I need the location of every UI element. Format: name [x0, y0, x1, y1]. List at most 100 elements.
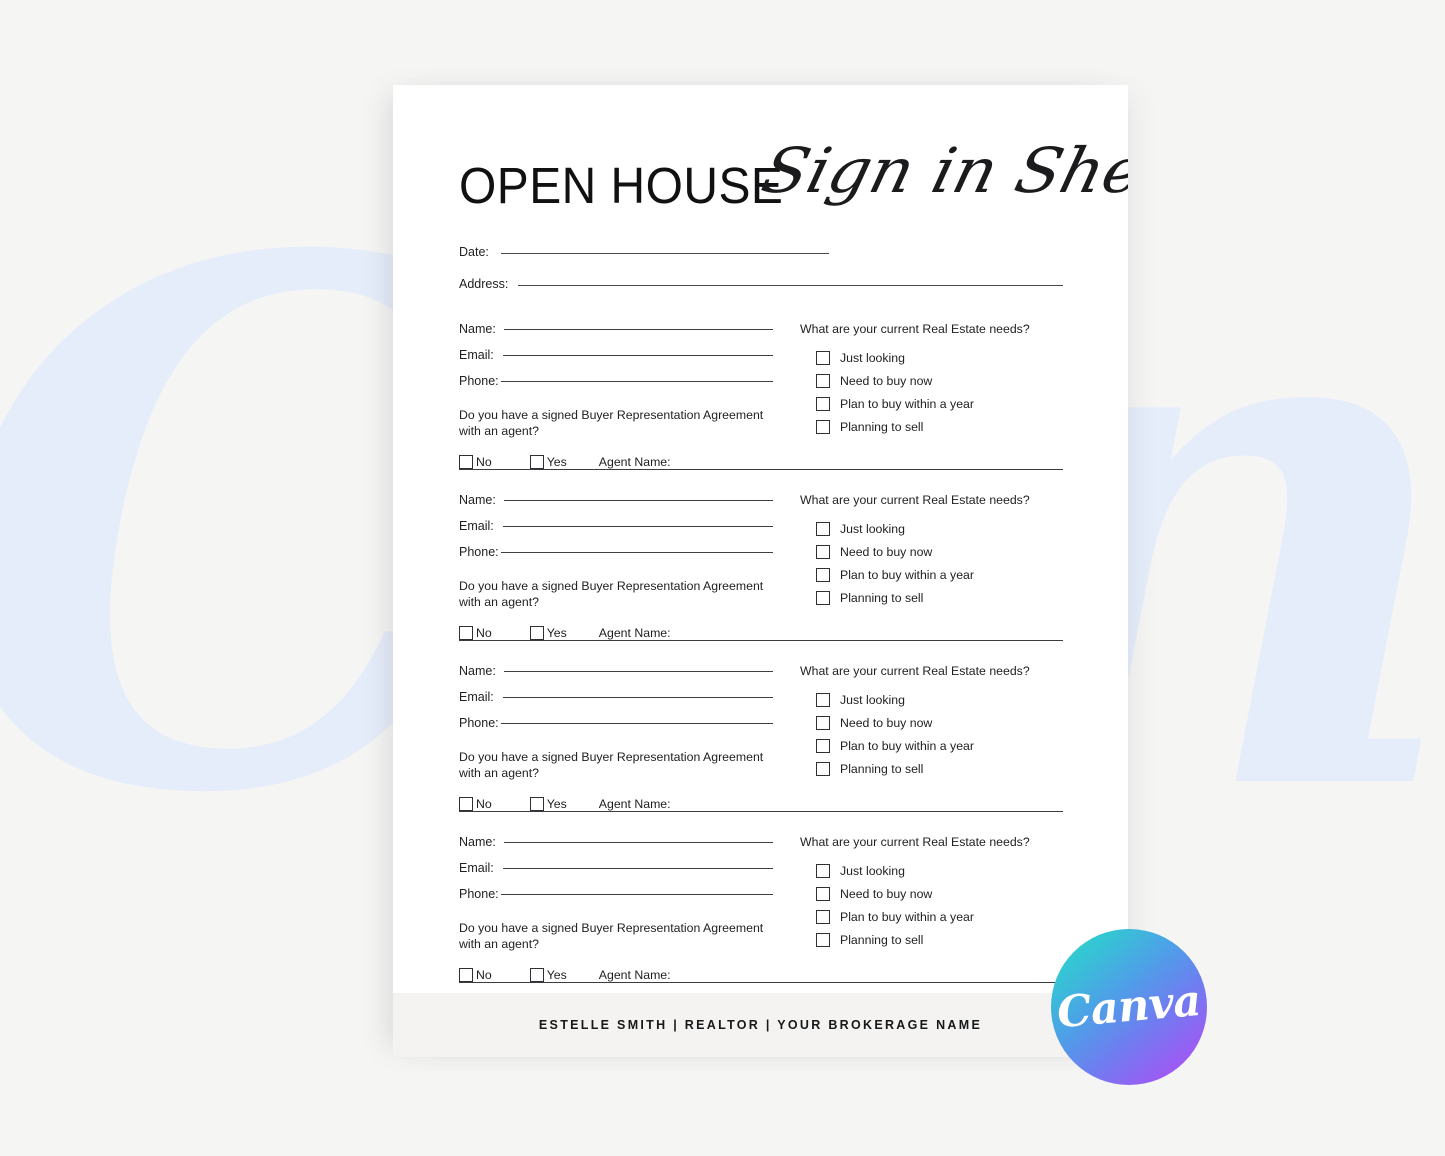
- checkbox-icon[interactable]: [459, 455, 473, 469]
- entry-needs-column: What are your current Real Estate needs?…: [800, 322, 1063, 438]
- need-option-3[interactable]: Plan to buy within a year: [816, 734, 1063, 757]
- checkbox-icon[interactable]: [816, 761, 830, 776]
- email-input-line[interactable]: [502, 355, 773, 356]
- checkbox-icon[interactable]: [816, 396, 830, 411]
- document-page: OPEN HOUSE Sign in Sheet Date: Address: …: [393, 85, 1128, 1057]
- checkbox-icon[interactable]: [459, 797, 473, 811]
- buyer-agreement-question: Do you have a signed Buyer Representatio…: [459, 921, 764, 951]
- email-input-line[interactable]: [502, 868, 773, 869]
- address-input-line[interactable]: [518, 285, 1063, 286]
- checkbox-icon[interactable]: [816, 373, 830, 388]
- need-option-2[interactable]: Need to buy now: [816, 711, 1063, 734]
- phone-input-line[interactable]: [500, 723, 773, 724]
- checkbox-icon[interactable]: [816, 863, 830, 878]
- need-option-4[interactable]: Planning to sell: [816, 415, 1063, 438]
- name-label: Name:: [459, 835, 496, 849]
- need-option-label: Just looking: [840, 863, 905, 878]
- checkbox-icon[interactable]: [529, 797, 544, 811]
- checkbox-icon[interactable]: [816, 738, 830, 753]
- checkbox-icon[interactable]: [529, 455, 544, 469]
- need-option-4[interactable]: Planning to sell: [816, 586, 1063, 609]
- checkbox-icon[interactable]: [816, 419, 830, 434]
- entry-needs-column: What are your current Real Estate needs?…: [800, 493, 1063, 609]
- name-field-row: Name:: [459, 835, 773, 861]
- real-estate-needs-list: Just looking Need to buy now Plan to buy w…: [816, 859, 1063, 951]
- need-option-2[interactable]: Need to buy now: [816, 540, 1063, 563]
- agreement-no-option[interactable]: No: [459, 968, 492, 982]
- page-title: OPEN HOUSE: [459, 157, 784, 214]
- agreement-yes-option[interactable]: Yes: [529, 455, 567, 469]
- checkbox-icon[interactable]: [529, 626, 544, 640]
- agreement-no-option[interactable]: No: [459, 626, 492, 640]
- checkbox-icon[interactable]: [816, 715, 830, 730]
- entry-needs-column: What are your current Real Estate needs?…: [800, 664, 1063, 780]
- need-option-4[interactable]: Planning to sell: [816, 757, 1063, 780]
- need-option-2[interactable]: Need to buy now: [816, 882, 1063, 905]
- email-input-line[interactable]: [502, 526, 773, 527]
- name-input-line[interactable]: [503, 671, 773, 672]
- need-option-label: Need to buy now: [840, 544, 933, 559]
- phone-field-row: Phone:: [459, 545, 773, 571]
- need-option-label: Just looking: [840, 692, 905, 707]
- buyer-agreement-question: Do you have a signed Buyer Representatio…: [459, 579, 764, 609]
- checkbox-icon[interactable]: [459, 626, 473, 640]
- checkbox-icon[interactable]: [816, 886, 830, 901]
- need-option-1[interactable]: Just looking: [816, 346, 1063, 369]
- entry-contact-column: Name: Email: Phone: Do you have a signed Bu…: [459, 664, 773, 781]
- need-option-2[interactable]: Need to buy now: [816, 369, 1063, 392]
- need-option-3[interactable]: Plan to buy within a year: [816, 392, 1063, 415]
- need-option-label: Planning to sell: [840, 932, 924, 947]
- email-input-line[interactable]: [502, 697, 773, 698]
- phone-label: Phone:: [459, 374, 499, 388]
- date-field-row: Date:: [459, 245, 829, 259]
- name-input-line[interactable]: [503, 842, 773, 843]
- checkbox-icon[interactable]: [816, 521, 830, 536]
- need-option-3[interactable]: Plan to buy within a year: [816, 563, 1063, 586]
- name-label: Name:: [459, 493, 496, 507]
- agreement-answer-row: No Yes Agent Name:: [459, 968, 1063, 982]
- email-field-row: Email:: [459, 861, 773, 887]
- need-option-1[interactable]: Just looking: [816, 517, 1063, 540]
- agreement-no-label: No: [476, 797, 492, 811]
- real-estate-needs-title: What are your current Real Estate needs?: [800, 664, 1030, 678]
- agreement-yes-option[interactable]: Yes: [529, 797, 567, 811]
- need-option-3[interactable]: Plan to buy within a year: [816, 905, 1063, 928]
- date-input-line[interactable]: [500, 253, 829, 254]
- phone-input-line[interactable]: [500, 894, 773, 895]
- footer-agent-line: ESTELLE SMITH | REALTOR | YOUR BROKERAGE…: [538, 1018, 983, 1032]
- checkbox-icon[interactable]: [816, 692, 830, 707]
- need-option-1[interactable]: Just looking: [816, 859, 1063, 882]
- entry-contact-column: Name: Email: Phone: Do you have a signed Bu…: [459, 493, 773, 610]
- phone-input-line[interactable]: [500, 552, 773, 553]
- checkbox-icon[interactable]: [529, 968, 544, 982]
- agreement-no-label: No: [476, 626, 492, 640]
- agent-name-label: Agent Name:: [598, 626, 671, 640]
- entry-separator: [459, 982, 1063, 983]
- email-field-row: Email:: [459, 519, 773, 545]
- agreement-yes-option[interactable]: Yes: [529, 968, 567, 982]
- name-input-line[interactable]: [503, 500, 773, 501]
- need-option-4[interactable]: Planning to sell: [816, 928, 1063, 951]
- checkbox-icon[interactable]: [816, 590, 830, 605]
- email-field-row: Email:: [459, 348, 773, 374]
- email-field-row: Email:: [459, 690, 773, 716]
- agreement-no-option[interactable]: No: [459, 797, 492, 811]
- need-option-1[interactable]: Just looking: [816, 688, 1063, 711]
- agreement-no-option[interactable]: No: [459, 455, 492, 469]
- checkbox-icon[interactable]: [816, 567, 830, 582]
- real-estate-needs-list: Just looking Need to buy now Plan to buy w…: [816, 688, 1063, 780]
- checkbox-icon[interactable]: [816, 350, 830, 365]
- need-option-label: Just looking: [840, 350, 905, 365]
- agent-name-label: Agent Name:: [598, 968, 671, 982]
- entry-separator: [459, 640, 1063, 641]
- agreement-yes-option[interactable]: Yes: [529, 626, 567, 640]
- phone-input-line[interactable]: [500, 381, 773, 382]
- checkbox-icon[interactable]: [816, 544, 830, 559]
- name-input-line[interactable]: [503, 329, 773, 330]
- need-option-label: Planning to sell: [840, 590, 924, 605]
- phone-label: Phone:: [459, 716, 499, 730]
- checkbox-icon[interactable]: [459, 968, 473, 982]
- date-label: Date:: [459, 245, 489, 259]
- checkbox-icon[interactable]: [816, 932, 830, 947]
- checkbox-icon[interactable]: [816, 909, 830, 924]
